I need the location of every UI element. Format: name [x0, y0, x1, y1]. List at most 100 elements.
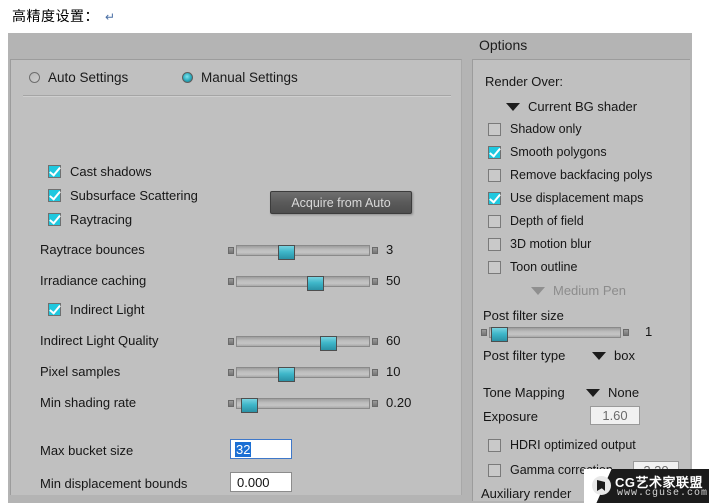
- slider-pixel-samples[interactable]: [228, 366, 378, 382]
- slider-handle[interactable]: [277, 245, 295, 260]
- checkbox-icon-subsurface-scattering: [48, 189, 61, 202]
- slider-label-raytrace-bounces: Raytrace bounces: [40, 242, 145, 257]
- checkbox-label-depth-of-field: Depth of field: [510, 214, 584, 228]
- watermark-banner: CG艺术家联盟 www.cguse.com: [584, 469, 709, 503]
- dropdown-render-over[interactable]: Current BG shader: [506, 99, 637, 114]
- checkbox-3d-motion-blur[interactable]: 3D motion blur: [488, 237, 591, 251]
- slider-label-min-shading-rate: Min shading rate: [40, 395, 137, 410]
- post-filter-size-label: Post filter size: [483, 308, 564, 323]
- slider-track[interactable]: [236, 398, 370, 413]
- slider-track[interactable]: [489, 327, 621, 342]
- slider-track[interactable]: [236, 367, 370, 382]
- slider-min-nub-icon: [228, 278, 234, 285]
- input-max-bucket-size[interactable]: 32: [230, 439, 292, 459]
- slider-raytrace-bounces[interactable]: [228, 244, 378, 260]
- application-frame: Options Auto Settings Manual Settings Ac…: [8, 33, 692, 503]
- checkbox-label-remove-backfacing-polys: Remove backfacing polys: [510, 168, 653, 182]
- slider-row-min-shading-rate: Min shading rate 0.20: [11, 393, 463, 413]
- slider-track[interactable]: [236, 336, 370, 351]
- slider-min-shading-rate[interactable]: [228, 397, 378, 413]
- slider-row-irradiance-caching: Irradiance caching 50: [11, 271, 463, 291]
- input-label-max-bucket-size: Max bucket size: [40, 443, 134, 458]
- slider-irradiance-caching[interactable]: [228, 275, 378, 291]
- dropdown-toon-pen[interactable]: Medium Pen: [531, 283, 626, 298]
- radio-manual-settings-label: Manual Settings: [201, 70, 298, 85]
- tone-mapping-label: Tone Mapping: [483, 385, 565, 400]
- slider-max-nub-icon: [623, 329, 629, 336]
- checkbox-label-shadow-only: Shadow only: [510, 122, 582, 136]
- divider: [23, 95, 451, 97]
- dropdown-value-toon-pen: Medium Pen: [553, 283, 626, 298]
- checkbox-icon-toon-outline: [488, 260, 501, 274]
- slider-track[interactable]: [236, 245, 370, 260]
- checkbox-depth-of-field[interactable]: Depth of field: [488, 214, 584, 228]
- exposure-label: Exposure: [483, 409, 538, 424]
- checkbox-icon-smooth-polygons: [488, 145, 501, 159]
- pilcrow-mark: ↵: [105, 10, 116, 24]
- input-value-min-displacement-bounds: 0.000: [237, 474, 270, 490]
- slider-max-nub-icon: [372, 247, 378, 254]
- slider-track[interactable]: [236, 276, 370, 291]
- checkbox-icon-depth-of-field: [488, 214, 501, 228]
- checkbox-icon-hdri-optimized-output: [488, 438, 501, 452]
- input-value-exposure: 1.60: [602, 408, 628, 423]
- slider-value-raytrace-bounces: 3: [386, 242, 394, 257]
- input-row-min-displacement-bounds: Min displacement bounds 0.000: [11, 472, 463, 494]
- slider-max-nub-icon: [372, 369, 378, 376]
- checkbox-icon-raytracing: [48, 213, 61, 226]
- checkbox-label-raytracing: Raytracing: [70, 212, 133, 227]
- slider-min-nub-icon: [228, 247, 234, 254]
- slider-handle[interactable]: [277, 367, 295, 382]
- checkbox-icon-shadow-only: [488, 122, 501, 136]
- checkbox-subsurface-scattering[interactable]: Subsurface Scattering: [48, 188, 198, 203]
- checkbox-label-use-displacement-maps: Use displacement maps: [510, 191, 644, 205]
- slider-value-min-shading-rate: 0.20: [386, 395, 412, 410]
- checkbox-toon-outline[interactable]: Toon outline: [488, 260, 577, 274]
- options-panel-title: Options: [479, 37, 528, 53]
- checkbox-icon-gamma-correction: [488, 463, 501, 477]
- slider-max-nub-icon: [372, 278, 378, 285]
- document-caption: 高精度设置： ↵: [12, 6, 116, 26]
- slider-handle[interactable]: [320, 336, 338, 351]
- chevron-down-icon: [531, 286, 545, 295]
- dropdown-tone-mapping[interactable]: None: [586, 385, 639, 400]
- checkbox-label-cast-shadows: Cast shadows: [70, 164, 152, 179]
- input-label-min-displacement-bounds: Min displacement bounds: [40, 476, 188, 491]
- dropdown-value-render-over: Current BG shader: [528, 99, 638, 114]
- checkbox-hdri-optimized-output[interactable]: HDRI optimized output: [488, 438, 636, 452]
- slider-min-nub-icon: [481, 329, 487, 336]
- checkbox-remove-backfacing-polys[interactable]: Remove backfacing polys: [488, 168, 652, 182]
- checkbox-icon-cast-shadows: [48, 165, 61, 178]
- slider-min-nub-icon: [228, 400, 234, 407]
- checkbox-cast-shadows[interactable]: Cast shadows: [48, 164, 152, 179]
- input-exposure[interactable]: 1.60: [590, 406, 640, 425]
- checkbox-icon-use-displacement-maps: [488, 191, 501, 205]
- checkbox-label-toon-outline: Toon outline: [510, 260, 578, 274]
- radio-auto-settings[interactable]: Auto Settings: [29, 70, 128, 85]
- slider-row-raytrace-bounces: Raytrace bounces 3: [11, 240, 463, 260]
- checkbox-icon-3d-motion-blur: [488, 237, 501, 251]
- acquire-from-auto-button[interactable]: Acquire from Auto: [270, 191, 412, 214]
- slider-handle[interactable]: [306, 276, 324, 291]
- render-over-label: Render Over:: [485, 74, 564, 89]
- slider-handle[interactable]: [491, 327, 509, 342]
- auxiliary-render-label: Auxiliary render: [481, 486, 572, 501]
- checkbox-label-subsurface-scattering: Subsurface Scattering: [70, 188, 198, 203]
- slider-post-filter-size[interactable]: [481, 326, 629, 342]
- options-panel: Render Over: Current BG shader Shadow on…: [472, 59, 690, 501]
- slider-indirect-light-quality[interactable]: [228, 335, 378, 351]
- radio-icon-manual: [182, 72, 193, 83]
- dropdown-post-filter-type[interactable]: box: [592, 348, 635, 363]
- checkbox-smooth-polygons[interactable]: Smooth polygons: [488, 145, 607, 159]
- checkbox-indirect-light[interactable]: Indirect Light: [48, 302, 144, 317]
- slider-label-pixel-samples: Pixel samples: [40, 364, 121, 379]
- checkbox-use-displacement-maps[interactable]: Use displacement maps: [488, 191, 643, 205]
- panel-header-band: Options: [8, 33, 692, 59]
- checkbox-raytracing[interactable]: Raytracing: [48, 212, 132, 227]
- input-min-displacement-bounds[interactable]: 0.000: [230, 472, 292, 492]
- slider-handle[interactable]: [240, 398, 258, 413]
- slider-value-irradiance-caching: 50: [386, 273, 401, 288]
- checkbox-shadow-only[interactable]: Shadow only: [488, 122, 582, 136]
- chevron-down-icon: [586, 388, 600, 397]
- radio-manual-settings[interactable]: Manual Settings: [182, 70, 298, 85]
